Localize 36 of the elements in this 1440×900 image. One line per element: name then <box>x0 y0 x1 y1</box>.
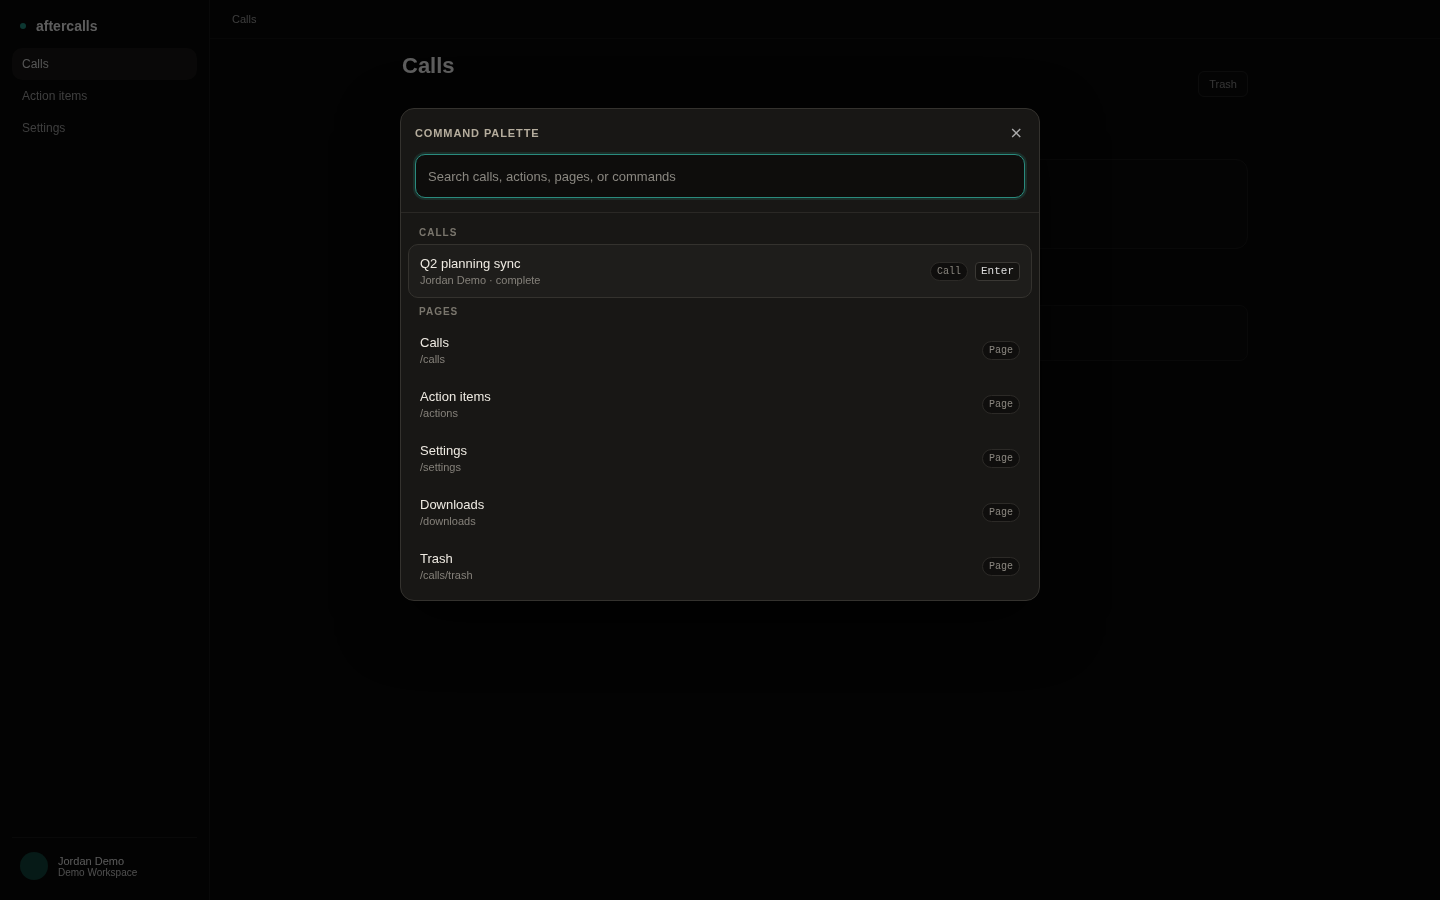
user-name: Jordan Demo <box>58 854 126 867</box>
close-button[interactable]: × <box>1007 125 1025 141</box>
item-tag: Call <box>929 261 968 281</box>
item-title: Action items <box>420 389 491 404</box>
palette-item[interactable]: Q2 planning sync Jordan Demo · complete Call Enter <box>408 244 1032 298</box>
brand-dot-icon <box>20 23 26 29</box>
palette-item[interactable]: Calls /calls Page <box>408 323 1032 377</box>
item-subtitle: /settings <box>420 461 462 473</box>
palette-item[interactable]: Action items /actions Page <box>408 377 1032 431</box>
item-title: Calls <box>420 335 449 350</box>
palette-item[interactable]: Trash /calls/trash Page <box>408 539 1032 593</box>
item-subtitle: /actions <box>420 407 459 419</box>
item-title: Q2 planning sync <box>420 256 522 271</box>
item-subtitle: /calls <box>420 353 447 365</box>
search-field[interactable]: Search calls, actions, pages, or commands <box>415 154 1025 198</box>
group-label: PAGES <box>418 306 460 319</box>
item-title: Downloads <box>420 497 485 512</box>
item-subtitle: /calls/trash <box>420 569 473 581</box>
page-heading: Calls <box>402 53 455 79</box>
group-label: CALLS <box>418 227 459 240</box>
palette-title: COMMAND PALETTE <box>415 127 540 139</box>
brand-name: aftercalls <box>36 18 98 34</box>
item-tag: Page <box>982 448 1020 468</box>
avatar-icon <box>20 852 48 880</box>
item-tag: Page <box>982 556 1020 576</box>
workspace-name: Demo Workspace <box>58 866 138 878</box>
palette-item[interactable]: Settings /settings Page <box>408 431 1032 485</box>
palette-item[interactable]: Downloads /downloads Page <box>408 485 1032 539</box>
item-subtitle: /downloads <box>420 515 477 527</box>
item-title: Trash <box>420 551 454 566</box>
item-tag: Page <box>982 502 1020 522</box>
shortcut-key: Enter <box>975 261 1020 281</box>
item-title: Settings <box>420 443 467 458</box>
item-subtitle: Jordan Demo · complete <box>420 274 541 286</box>
item-tag: Page <box>982 340 1020 360</box>
item-tag: Page <box>982 394 1020 414</box>
